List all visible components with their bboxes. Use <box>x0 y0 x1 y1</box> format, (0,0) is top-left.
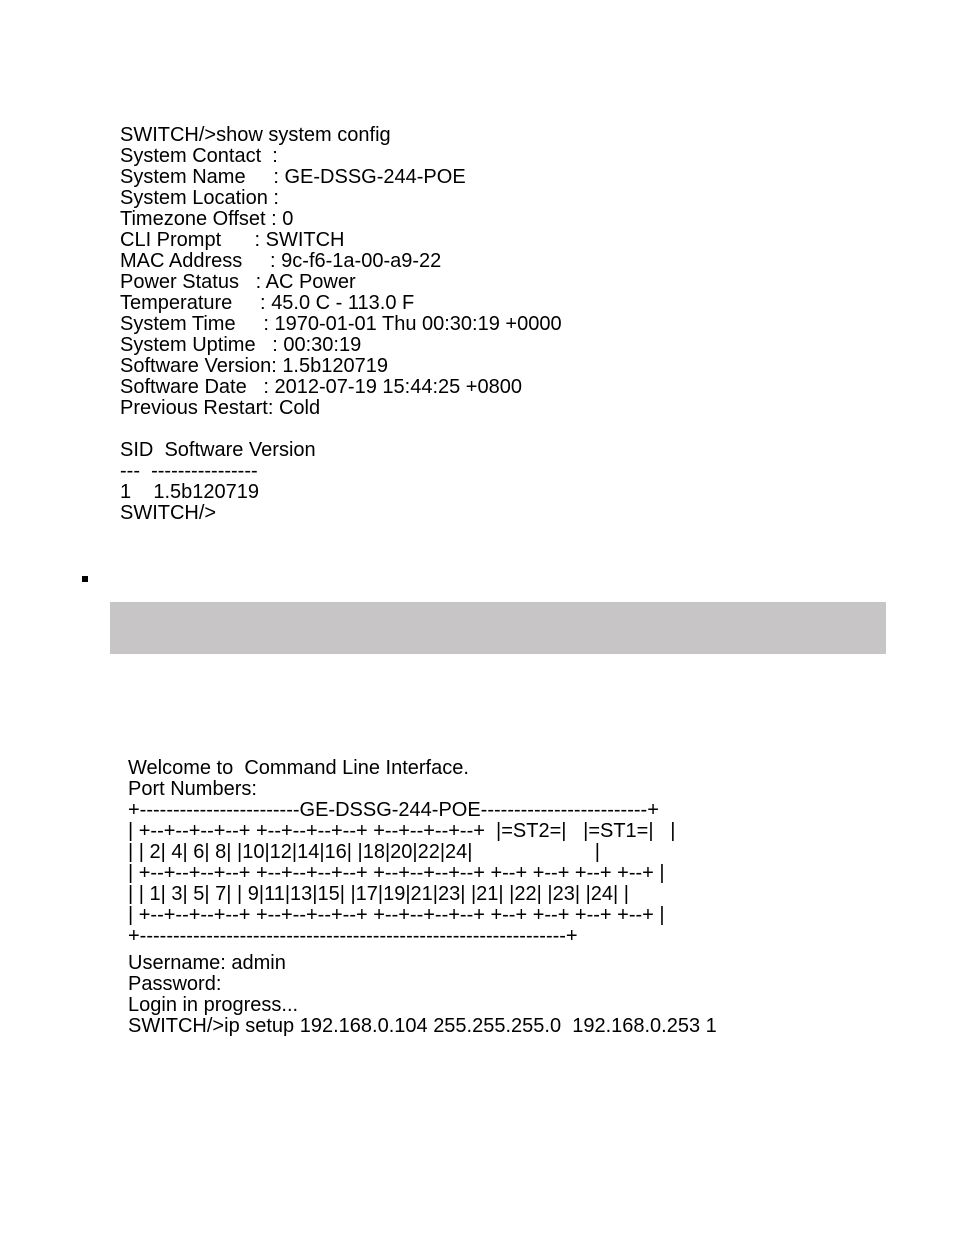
ascii-switch-line: +---------------------------------------… <box>128 925 578 947</box>
password-label: Password: <box>128 973 221 995</box>
prompt: SWITCH/> <box>120 502 216 524</box>
field-value: Cold <box>279 397 320 419</box>
field-label: Software Date : <box>120 376 269 398</box>
field-label: MAC Address : <box>120 250 276 272</box>
table-sid: 1 <box>120 481 131 503</box>
field-value: 45.0 C - 113.0 F <box>271 292 414 314</box>
field-value: 2012-07-19 15:44:25 +0800 <box>275 376 522 398</box>
table-divider: --- ---------------- <box>120 460 258 482</box>
field-label: Timezone Offset : <box>120 208 277 230</box>
ascii-switch-line: | | 2| 4| 6| 8| |10|12|14|16| |18|20|22|… <box>128 841 600 863</box>
ascii-switch-line: +------------------------GE-DSSG-244-POE… <box>128 799 659 821</box>
ascii-switch-line: | +--+--+--+--+ +--+--+--+--+ +--+--+--+… <box>128 862 665 884</box>
username-label: Username: <box>128 952 226 974</box>
field-value: 00:30:19 <box>283 334 361 356</box>
field-value: 9c-f6-1a-00-a9-22 <box>281 250 441 272</box>
prompt: SWITCH/> <box>120 124 216 146</box>
command-text: show system config <box>216 124 391 146</box>
field-label: System Contact : <box>120 145 278 167</box>
field-value: 1.5b120719 <box>282 355 388 377</box>
field-value: AC Power <box>266 271 356 293</box>
welcome-line: Welcome to Command Line Interface. <box>128 757 469 779</box>
username-value: admin <box>231 952 285 974</box>
ascii-switch-line: | +--+--+--+--+ +--+--+--+--+ +--+--+--+… <box>128 820 675 842</box>
table-header: SID Software Version <box>120 439 316 461</box>
command-text: ip setup 192.168.0.104 255.255.255.0 192… <box>224 1015 717 1037</box>
terminal-output-login: Username: admin Password: Login in progr… <box>128 953 717 1037</box>
prompt: SWITCH/> <box>128 1015 224 1037</box>
login-progress: Login in progress... <box>128 994 298 1016</box>
field-label: CLI Prompt : <box>120 229 260 251</box>
field-value: 0 <box>282 208 293 230</box>
field-label: Temperature : <box>120 292 266 314</box>
ascii-switch-line: | | 1| 3| 5| 7| | 9|11|13|15| |17|19|21|… <box>128 883 629 905</box>
field-label: Software Version: <box>120 355 277 377</box>
field-value: 1970-01-01 Thu 00:30:19 +0000 <box>274 313 561 335</box>
table-version: 1.5b120719 <box>153 481 259 503</box>
field-label: System Name : <box>120 166 279 188</box>
gray-divider-band <box>110 602 886 654</box>
document-page: SWITCH/>show system config System Contac… <box>0 0 954 1235</box>
field-label: System Uptime : <box>120 334 278 356</box>
terminal-output-system-config: SWITCH/>show system config System Contac… <box>120 125 562 524</box>
port-numbers-label: Port Numbers: <box>128 778 257 800</box>
field-value: GE-DSSG-244-POE <box>285 166 466 188</box>
field-label: Power Status : <box>120 271 261 293</box>
field-label: System Time : <box>120 313 269 335</box>
field-value: SWITCH <box>266 229 345 251</box>
bullet-icon <box>82 576 88 582</box>
terminal-output-welcome: Welcome to Command Line Interface. Port … <box>128 758 675 947</box>
ascii-switch-line: | +--+--+--+--+ +--+--+--+--+ +--+--+--+… <box>128 904 665 926</box>
field-label: Previous Restart: <box>120 397 273 419</box>
field-label: System Location : <box>120 187 279 209</box>
